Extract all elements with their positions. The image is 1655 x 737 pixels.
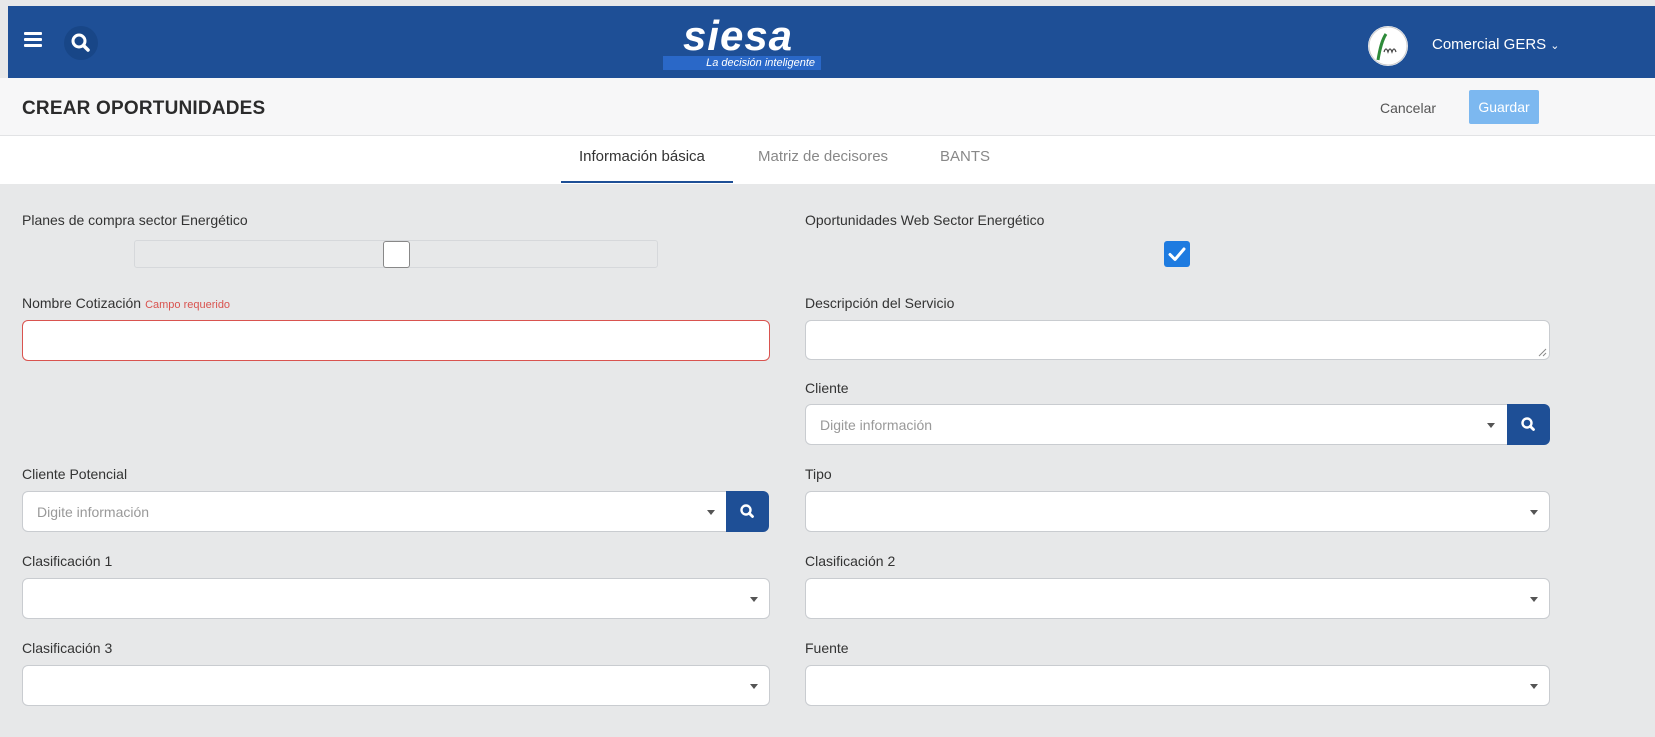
caret-down-icon bbox=[1530, 510, 1538, 515]
clasificacion-3-select[interactable] bbox=[22, 665, 770, 706]
descripcion-servicio-label: Descripción del Servicio bbox=[805, 295, 955, 311]
page-title: CREAR OPORTUNIDADES bbox=[22, 98, 266, 119]
save-button[interactable]: Guardar bbox=[1469, 90, 1539, 124]
page-header: CREAR OPORTUNIDADES Cancelar Guardar bbox=[0, 78, 1655, 136]
search-icon bbox=[71, 33, 90, 52]
nombre-cotizacion-label-text: Nombre Cotización bbox=[22, 295, 142, 311]
user-avatar[interactable] bbox=[1368, 26, 1408, 66]
cliente-select[interactable]: Digite información bbox=[805, 404, 1508, 445]
global-search-button[interactable] bbox=[64, 26, 98, 60]
caret-down-icon bbox=[1530, 684, 1538, 689]
clasificacion-2-label: Clasificación 2 bbox=[805, 553, 896, 569]
planes-compra-checkbox[interactable] bbox=[383, 241, 410, 268]
caret-down-icon bbox=[707, 510, 715, 515]
tab-bants[interactable]: BANTS bbox=[940, 148, 990, 165]
tipo-label: Tipo bbox=[805, 466, 832, 482]
caret-down-icon bbox=[750, 684, 758, 689]
cliente-label: Cliente bbox=[805, 380, 849, 396]
tab-informacion-basica[interactable]: Información básica bbox=[579, 148, 705, 165]
user-menu[interactable]: Comercial GERS ⌄ bbox=[1432, 36, 1559, 53]
cliente-potencial-select[interactable]: Digite información bbox=[22, 491, 728, 532]
hamburger-menu-icon[interactable] bbox=[24, 32, 42, 48]
cliente-potencial-search-button[interactable] bbox=[726, 491, 769, 532]
search-icon bbox=[1521, 417, 1535, 431]
clasificacion-3-label: Clasificación 3 bbox=[22, 640, 113, 656]
nombre-cotizacion-input[interactable] bbox=[22, 320, 770, 361]
nombre-cotizacion-label: Nombre Cotización Campo requerido bbox=[22, 295, 230, 311]
search-icon bbox=[740, 504, 754, 518]
avatar-logo-icon bbox=[1368, 26, 1408, 66]
resize-handle-icon[interactable] bbox=[1538, 348, 1547, 357]
checkmark-icon bbox=[1168, 247, 1186, 261]
tab-bar: Información básica Matriz de decisores B… bbox=[0, 136, 1655, 184]
cliente-placeholder: Digite información bbox=[820, 417, 933, 433]
caret-down-icon bbox=[1487, 423, 1495, 428]
chevron-down-icon: ⌄ bbox=[1550, 40, 1560, 52]
caret-down-icon bbox=[1530, 597, 1538, 602]
oportunidades-web-label: Oportunidades Web Sector Energético bbox=[805, 212, 1045, 228]
oportunidades-web-checkbox[interactable] bbox=[1164, 241, 1190, 267]
brand-name: siesa bbox=[682, 12, 794, 59]
fuente-select[interactable] bbox=[805, 665, 1550, 706]
cliente-potencial-placeholder: Digite información bbox=[37, 504, 150, 520]
siesa-logo: siesa La decisión inteligente bbox=[655, 12, 821, 70]
top-navbar: siesa La decisión inteligente Comercial … bbox=[8, 6, 1655, 78]
cancel-button[interactable]: Cancelar bbox=[1380, 100, 1436, 116]
descripcion-servicio-textarea[interactable] bbox=[805, 320, 1550, 360]
caret-down-icon bbox=[750, 597, 758, 602]
active-tab-indicator bbox=[561, 181, 733, 183]
clasificacion-2-select[interactable] bbox=[805, 578, 1550, 619]
clasificacion-1-label: Clasificación 1 bbox=[22, 553, 113, 569]
planes-compra-label: Planes de compra sector Energético bbox=[22, 212, 248, 228]
tipo-select[interactable] bbox=[805, 491, 1550, 532]
fuente-label: Fuente bbox=[805, 640, 849, 656]
cliente-search-button[interactable] bbox=[1507, 404, 1550, 445]
clasificacion-1-select[interactable] bbox=[22, 578, 770, 619]
cliente-potencial-label: Cliente Potencial bbox=[22, 466, 128, 482]
user-name: Comercial GERS bbox=[1432, 36, 1547, 53]
required-field-message: Campo requerido bbox=[145, 299, 231, 311]
tab-matriz-decisores[interactable]: Matriz de decisores bbox=[758, 148, 888, 165]
